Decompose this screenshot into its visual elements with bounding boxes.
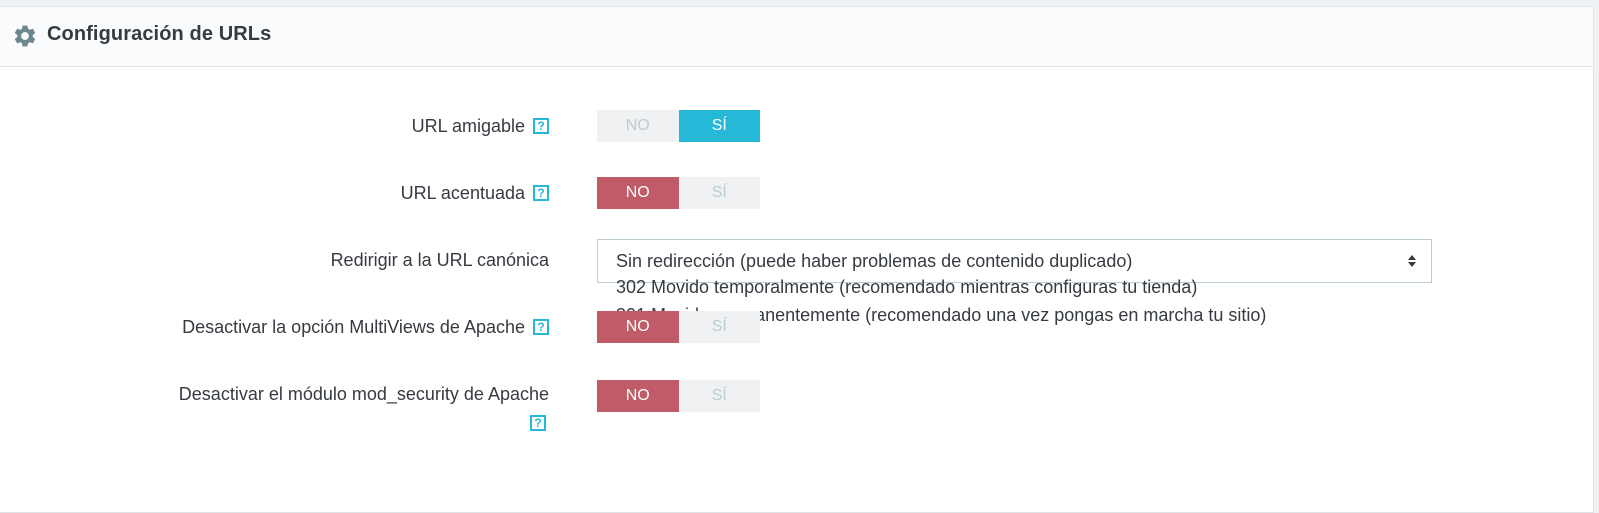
multiviews-no-option[interactable]: NO [597,311,679,343]
panel-header: Configuración de URLs [0,7,1593,67]
friendly-url-label-text: URL amigable [411,116,525,136]
multiviews-label-text: Desactivar la opción MultiViews de Apach… [182,317,525,337]
canonical-redirect-selected-value: Sin redirección (puede haber problemas d… [616,251,1133,271]
accented-url-label-text: URL acentuada [400,183,525,203]
canonical-redirect-label: Redirigir a la URL canónica [330,250,549,270]
multiviews-label: Desactivar la opción MultiViews de Apach… [182,317,549,338]
multiviews-toggle[interactable]: NO SÍ [597,311,760,343]
multiviews-yes-option[interactable]: SÍ [679,311,761,343]
help-icon[interactable]: ? [533,118,549,135]
help-icon[interactable]: ? [530,415,546,431]
friendly-url-yes-option[interactable]: SÍ [678,110,760,142]
accented-url-no-option[interactable]: NO [597,177,679,209]
friendly-url-toggle[interactable]: NO SÍ [597,110,760,142]
accented-url-yes-option[interactable]: SÍ [679,177,761,209]
accented-url-toggle[interactable]: NO SÍ [597,177,760,209]
canonical-redirect-option-302[interactable]: 302 Movido temporalmente (recomendado mi… [616,277,1197,298]
friendly-url-label: URL amigable? [412,116,549,137]
panel-title: Configuración de URLs [47,23,272,45]
accented-url-label: URL acentuada? [401,183,549,204]
help-icon[interactable]: ? [533,319,549,336]
mod-security-no-option[interactable]: NO [597,380,679,412]
mod-security-toggle[interactable]: NO SÍ [597,380,760,412]
select-arrows-icon [1408,255,1416,267]
friendly-url-no-option[interactable]: NO [597,110,679,142]
help-icon[interactable]: ? [533,185,549,202]
gear-icon [14,25,36,47]
mod-security-label: Desactivar el módulo mod_security de Apa… [178,384,549,404]
mod-security-yes-option[interactable]: SÍ [679,380,761,412]
